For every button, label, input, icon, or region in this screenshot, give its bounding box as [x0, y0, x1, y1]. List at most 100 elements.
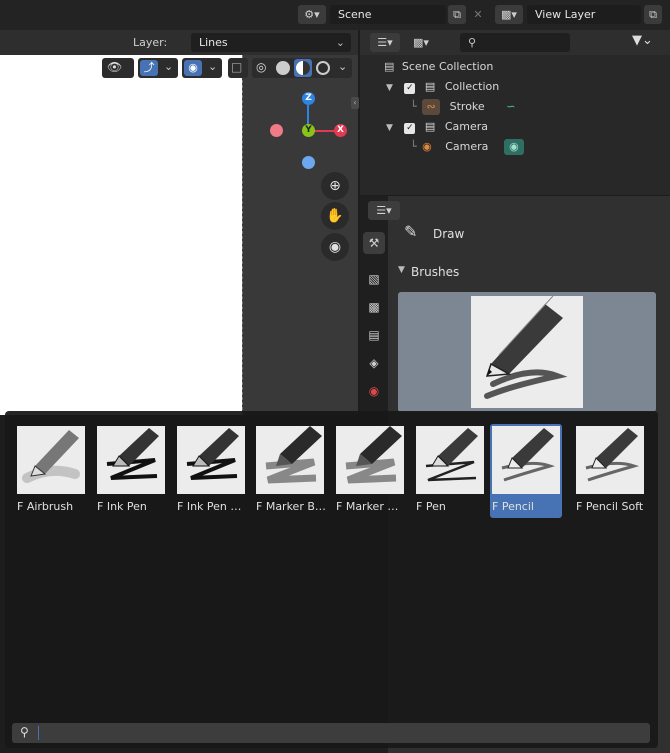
camera-view-icon[interactable]: ◉ [321, 233, 349, 261]
brush-tile[interactable]: F Pencil Soft [574, 424, 646, 518]
overlay-icon: ◉ [184, 60, 202, 76]
brush-label: F Pencil Soft [576, 500, 644, 513]
pan-hand-icon[interactable]: ✋ [321, 202, 349, 230]
view-layer-tab-icon[interactable]: ▤ [363, 324, 385, 346]
brush-preview-thumbnail [471, 295, 583, 408]
solid-shading-icon[interactable] [276, 61, 290, 75]
layer-value: Lines [199, 36, 228, 49]
render-tab-icon[interactable]: ▧ [363, 268, 385, 290]
camera-frame-border [242, 55, 243, 415]
y-axis-handle[interactable]: Y [302, 124, 315, 137]
overlay-toggle[interactable]: ◉ ⌄ [182, 58, 222, 78]
xray-icon: □ [231, 60, 243, 74]
z-axis-handle[interactable]: Z [302, 92, 315, 105]
brush-tile[interactable]: F Pen [414, 424, 486, 518]
checkbox-icon[interactable]: ✓ [404, 83, 416, 94]
wireframe-shading-icon[interactable]: ◎ [256, 60, 266, 74]
xray-toggle[interactable]: □ [228, 58, 248, 78]
outliner-item-camera[interactable]: └ ◉ Camera ◉ [410, 137, 524, 157]
viewport-header: Layer: Lines ⌄ [0, 30, 358, 55]
pencil-icon [484, 295, 568, 399]
airbrush-brush-icon [22, 430, 80, 483]
material-shading-icon[interactable] [294, 59, 312, 77]
outliner-header: ☰▾ ▩▾ ⚲ ▼⌄ [360, 30, 670, 55]
pencil-brush-icon [501, 428, 556, 482]
properties-editor-type-icon[interactable]: ☰▾ [368, 201, 400, 220]
brush-search-input[interactable]: ⚲ [12, 723, 650, 743]
negative-x-handle[interactable] [270, 124, 283, 137]
scene-selector-icon[interactable]: ⚙▾ [298, 5, 326, 24]
brush-preview-panel[interactable] [398, 292, 656, 412]
brush-thumbnail [17, 426, 85, 494]
outliner-search-input[interactable]: ⚲ [460, 33, 570, 52]
view-layer-name-field[interactable]: View Layer [527, 5, 641, 24]
ink-brush-icon [186, 428, 239, 480]
drawing-canvas[interactable] [0, 55, 242, 415]
brush-label: F Pen [416, 500, 446, 513]
marker-brush-icon [345, 426, 402, 484]
brush-thumbnail [416, 426, 484, 494]
brush-thumbnail [576, 426, 644, 494]
duplicate-scene-icon[interactable]: ⧉ [448, 5, 466, 24]
editor-type-icon[interactable]: ☰▾ [370, 33, 400, 52]
checkbox-icon[interactable]: ✓ [404, 123, 416, 134]
brush-tile[interactable]: F Pencil [490, 424, 562, 518]
brushes-panel-header[interactable]: Brushes [411, 265, 459, 279]
outliner-item-collection[interactable]: ▼ ✓ ▤ Collection [386, 77, 499, 97]
scene-tab-icon[interactable]: ◈ [363, 352, 385, 374]
disclosure-triangle-icon[interactable]: ▼ [398, 265, 405, 275]
zoom-icon[interactable]: ⊕ [321, 172, 349, 200]
brush-label: F Pencil [492, 500, 534, 513]
gizmo-toggle[interactable]: ⤴ ⌄ [138, 58, 178, 78]
output-tab-icon[interactable]: ▩ [363, 296, 385, 318]
display-mode-icon[interactable]: ▩▾ [406, 33, 436, 52]
collection-icon: ▤ [424, 80, 436, 93]
tool-tab-icon[interactable]: ⚒ [363, 232, 385, 254]
chevron-down-icon: ⌄ [338, 60, 348, 73]
shading-modes: ◎ ⌄ [252, 58, 352, 78]
brush-label: F Marker Chi… [336, 500, 406, 513]
brush-tile[interactable]: F Ink Pen [95, 424, 167, 518]
brush-tile[interactable]: F Marker Bold [254, 424, 326, 518]
tree-branch-icon: └ [410, 100, 417, 113]
outliner-item-camera-collection[interactable]: ▼ ✓ ▤ Camera [386, 117, 488, 137]
disclosure-triangle-icon[interactable]: ▼ [386, 83, 393, 93]
close-icon[interactable]: ✕ [470, 5, 486, 24]
brush-thumbnail [336, 426, 404, 494]
brush-thumbnail [97, 426, 165, 494]
brush-tile[interactable]: F Marker Chi… [334, 424, 406, 518]
visibility-toggle[interactable]: 👁 [102, 58, 134, 78]
stroke-data-icon[interactable]: ∽ [506, 100, 515, 113]
view-layer-selector-icon[interactable]: ▩▾ [495, 5, 523, 24]
outliner-item-stroke[interactable]: └ ∾ Stroke ∽ [410, 97, 515, 117]
negative-z-handle[interactable] [302, 156, 315, 169]
sidebar-toggle-icon[interactable]: ‹ [351, 97, 359, 109]
world-tab-icon[interactable]: ◉ [363, 380, 385, 402]
brush-label: F Marker Bold [256, 500, 326, 513]
scene-name-field[interactable]: Scene [330, 5, 446, 24]
scene-collection-icon: ▤ [384, 60, 395, 73]
brush-tile[interactable]: F Ink Pen Ro… [175, 424, 247, 518]
brush-tool-icon: ✎ [404, 222, 418, 241]
chevron-down-icon: ⌄ [335, 36, 345, 49]
filter-icon[interactable]: ▼⌄ [632, 33, 662, 52]
camera-object-icon: ◉ [422, 140, 432, 153]
camera-data-icon[interactable]: ◉ [503, 139, 524, 155]
duplicate-view-layer-icon[interactable]: ⧉ [644, 5, 662, 24]
brush-thumbnail [256, 426, 324, 494]
tool-name: Draw [433, 227, 465, 241]
x-axis-handle[interactable]: X [334, 124, 347, 137]
ink-brush-icon [106, 428, 159, 480]
outliner-item-label: Stroke [449, 100, 485, 113]
outliner-item-scene-collection[interactable]: ▤ Scene Collection [384, 57, 493, 77]
layer-dropdown[interactable]: Lines ⌄ [191, 33, 351, 52]
outliner-item-label: Collection [444, 80, 500, 93]
brush-tile[interactable]: F Airbrush [15, 424, 87, 518]
chevron-down-icon: ⌄ [208, 60, 218, 73]
disclosure-triangle-icon[interactable]: ▼ [386, 123, 393, 133]
search-icon: ⚲ [468, 36, 477, 49]
top-bar: ⚙▾ Scene ⧉ ✕ ▩▾ View Layer ⧉ [0, 0, 670, 30]
navigation-gizmo[interactable]: Z Y X [270, 92, 350, 172]
chevron-down-icon: ⌄ [164, 60, 174, 73]
rendered-shading-icon[interactable] [316, 61, 330, 75]
